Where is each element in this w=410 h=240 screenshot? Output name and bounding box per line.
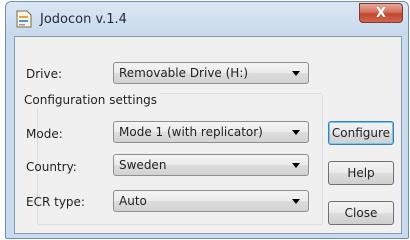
- window-title: Jodocon v.1.4: [40, 12, 127, 27]
- title-bar[interactable]: Jodocon v.1.4 X: [6, 2, 408, 36]
- ecr-type-select[interactable]: Auto: [113, 190, 309, 212]
- mode-label: Mode:: [26, 127, 63, 141]
- window-close-button[interactable]: X: [359, 3, 403, 23]
- country-select[interactable]: Sweden: [113, 154, 309, 176]
- chevron-down-icon: [292, 130, 300, 135]
- drive-value: Removable Drive (H:): [119, 66, 249, 80]
- country-value: Sweden: [119, 158, 167, 172]
- drive-select[interactable]: Removable Drive (H:): [113, 62, 309, 84]
- dialog-body: Drive: Removable Drive (H:) Configuratio…: [14, 36, 402, 234]
- chevron-down-icon: [292, 163, 300, 168]
- mode-value: Mode 1 (with replicator): [119, 125, 263, 139]
- close-icon: X: [375, 5, 387, 21]
- ecr-type-label: ECR type:: [26, 195, 85, 209]
- app-window: Jodocon v.1.4 X Drive: Removable Drive (…: [5, 1, 409, 239]
- ecr-type-value: Auto: [119, 194, 147, 208]
- configuration-group-title: Configuration settings: [21, 93, 161, 107]
- drive-label: Drive:: [26, 67, 63, 81]
- country-label: Country:: [26, 160, 77, 174]
- mode-select[interactable]: Mode 1 (with replicator): [113, 121, 309, 143]
- chevron-down-icon: [292, 71, 300, 76]
- close-button[interactable]: Close: [328, 201, 394, 225]
- document-app-icon: [16, 10, 32, 28]
- configure-button[interactable]: Configure: [328, 121, 394, 145]
- chevron-down-icon: [292, 199, 300, 204]
- help-button[interactable]: Help: [328, 161, 394, 185]
